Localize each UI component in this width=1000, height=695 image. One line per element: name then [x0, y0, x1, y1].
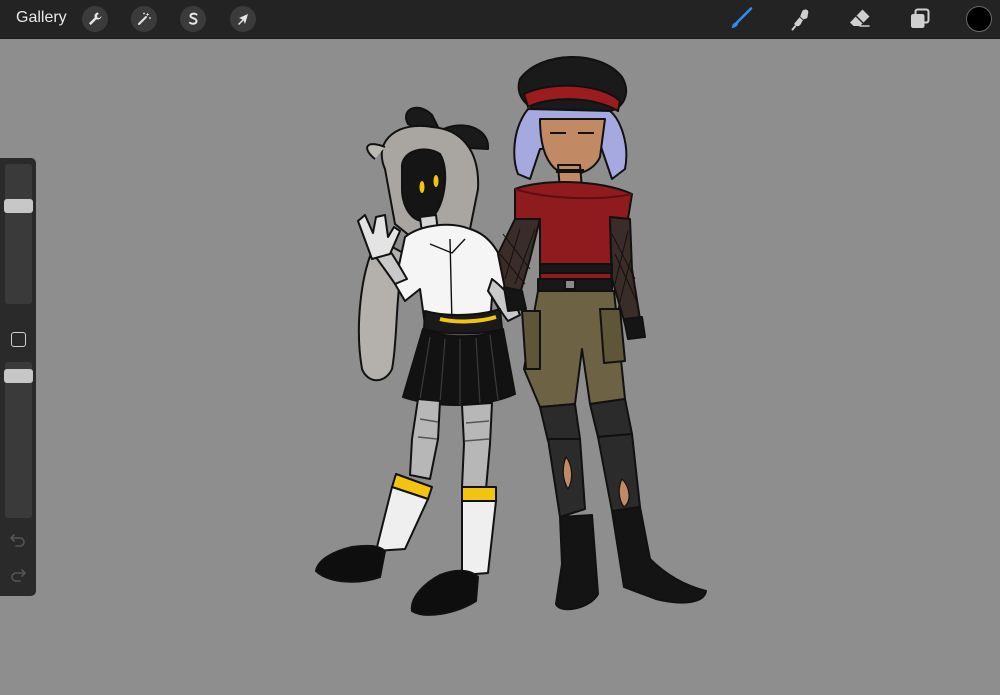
top-toolbar: Gallery — [0, 0, 1000, 39]
adjustments-magic-wand-icon[interactable] — [131, 6, 157, 32]
selection-s-icon[interactable] — [180, 6, 206, 32]
canvas-artwork[interactable] — [0, 39, 1000, 695]
brush-icon[interactable] — [727, 5, 755, 33]
smudge-icon[interactable] — [788, 5, 816, 33]
eraser-icon[interactable] — [846, 5, 874, 33]
color-picker-swatch[interactable] — [966, 6, 992, 32]
gallery-button[interactable]: Gallery — [16, 9, 67, 27]
transform-arrow-cursor-icon[interactable] — [230, 6, 256, 32]
actions-wrench-icon[interactable] — [82, 6, 108, 32]
layers-icon[interactable] — [906, 5, 934, 33]
